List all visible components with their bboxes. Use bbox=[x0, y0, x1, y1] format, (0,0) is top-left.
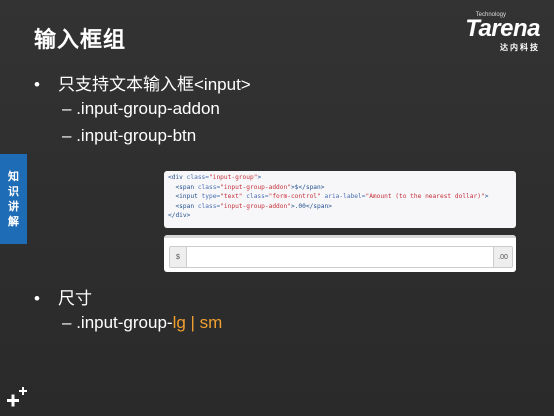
input-group-addon-right: .00 bbox=[493, 247, 512, 267]
code-sample: <div class="input-group"> <span class="i… bbox=[164, 171, 516, 228]
input-group: $ .00 bbox=[169, 246, 513, 268]
bullet-1: • 只支持文本输入框<input> bbox=[34, 70, 251, 95]
slide: 输入框组 Technology Tarena 达内科技 • 只支持文本输入框<in… bbox=[0, 0, 554, 416]
code-token: "Amount (to the nearest dollar)" bbox=[365, 193, 485, 201]
code-token: class= bbox=[197, 202, 221, 210]
dash: – bbox=[62, 126, 77, 145]
sidetab-char: 知 bbox=[8, 170, 19, 183]
bullet-2-text: 尺寸 bbox=[58, 289, 92, 308]
amount-input[interactable] bbox=[187, 247, 493, 267]
code-token: >$</span> bbox=[290, 183, 325, 191]
code-token: > bbox=[257, 174, 262, 181]
knowledge-side-tab: 知 识 讲 解 bbox=[0, 154, 27, 244]
code-token: <span bbox=[168, 183, 198, 191]
code-token: > bbox=[484, 193, 489, 201]
bullet-dot: • bbox=[34, 75, 40, 94]
sub-bullet-addon: – .input-group-addon bbox=[62, 99, 220, 119]
plus-decoration-icon bbox=[7, 387, 27, 407]
code-token: <input bbox=[168, 193, 202, 201]
slide-title: 输入框组 bbox=[34, 28, 127, 53]
sub-bullet-btn: – .input-group-btn bbox=[62, 126, 196, 146]
input-group-demo: $ .00 bbox=[164, 235, 516, 272]
sub-bullet-size: – .input-group-lg | sm bbox=[62, 313, 222, 333]
code-token: "form-control" bbox=[268, 193, 321, 201]
dash: – bbox=[62, 313, 77, 332]
bullet-2: • 尺寸 bbox=[34, 284, 92, 309]
code-token: <div bbox=[168, 174, 187, 181]
sidetab-char: 讲 bbox=[8, 200, 19, 213]
input-group-addon-left: $ bbox=[170, 247, 187, 267]
code-token: class= bbox=[197, 183, 221, 191]
code-token: "text" bbox=[220, 193, 243, 201]
logo-word: Tarena bbox=[465, 15, 540, 42]
code-token: class= bbox=[186, 174, 209, 181]
sub-bullet-addon-text: .input-group-addon bbox=[76, 99, 220, 118]
code-token: class= bbox=[242, 193, 269, 201]
code-token: aria-label= bbox=[320, 193, 366, 201]
sidetab-char: 解 bbox=[8, 215, 19, 228]
code-token: >.00</span> bbox=[290, 202, 332, 210]
sub-bullet-size-prefix: .input-group- bbox=[76, 313, 173, 332]
sub-bullet-btn-text: .input-group-btn bbox=[76, 126, 197, 145]
tarena-logo: Technology Tarena 达内科技 bbox=[442, 12, 542, 52]
code-token: type= bbox=[201, 193, 221, 201]
code-token: "input-group" bbox=[209, 174, 258, 181]
bullet-dot: • bbox=[34, 289, 40, 308]
code-token: "input-group-addon" bbox=[220, 202, 291, 210]
logo-chinese: 达内科技 bbox=[500, 43, 540, 52]
code-token: </div> bbox=[168, 212, 191, 220]
sub-bullet-size-highlight: lg | sm bbox=[172, 313, 223, 332]
dash: – bbox=[62, 99, 77, 118]
code-token: "input-group-addon" bbox=[220, 183, 291, 191]
sidetab-char: 识 bbox=[8, 185, 19, 198]
bullet-1-text: 只支持文本输入框<input> bbox=[58, 75, 251, 94]
code-token: <span bbox=[168, 202, 198, 210]
